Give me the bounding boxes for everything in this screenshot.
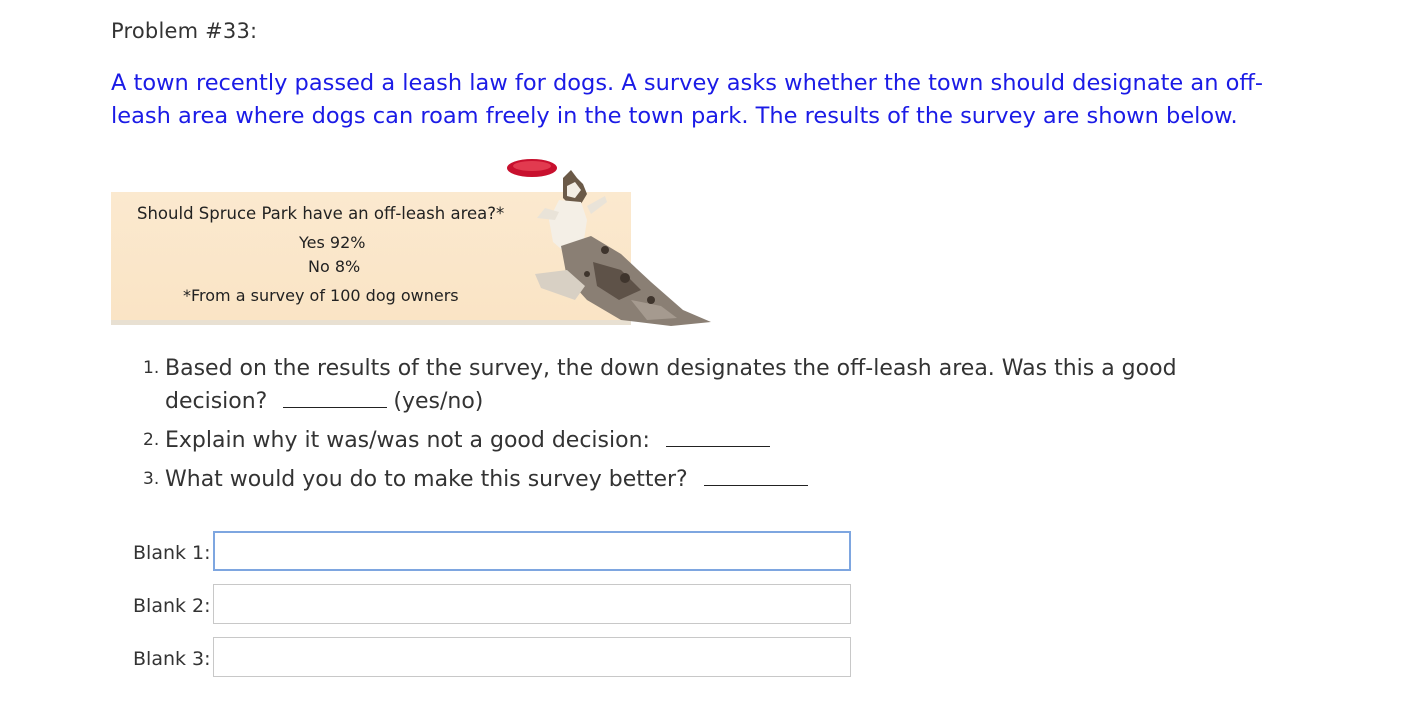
blank-2-input[interactable] <box>213 584 851 624</box>
question-1: 1. Based on the results of the survey, t… <box>143 352 1243 418</box>
answer-blank-line <box>665 428 770 447</box>
question-number: 3. <box>143 469 160 489</box>
blank-1-label: Blank 1: <box>133 542 211 564</box>
dog-frisbee-icon <box>507 159 711 326</box>
problem-title: Problem #33: <box>111 19 258 43</box>
question-2: 2. Explain why it was/was not a good dec… <box>143 424 1243 457</box>
blank-2-label: Blank 2: <box>133 595 211 617</box>
survey-no-result: No 8% <box>308 257 361 276</box>
question-text: Explain why it was/was not a good decisi… <box>165 428 650 453</box>
question-number: 1. <box>143 358 160 378</box>
survey-figure: Should Spruce Park have an off-leash are… <box>111 150 721 328</box>
blank-3-label: Blank 3: <box>133 648 211 670</box>
survey-question: Should Spruce Park have an off-leash are… <box>137 204 505 223</box>
answer-blank-line <box>283 389 388 408</box>
question-number: 2. <box>143 430 160 450</box>
question-text: decision? <box>165 389 268 414</box>
survey-yes-result: Yes 92% <box>299 233 366 252</box>
question-list: 1. Based on the results of the survey, t… <box>143 352 1243 496</box>
problem-intro: A town recently passed a leash law for d… <box>111 70 1264 129</box>
blank-3-input[interactable] <box>213 637 851 677</box>
question-text: Based on the results of the survey, the … <box>165 356 1177 381</box>
question-3: 3. What would you do to make this survey… <box>143 463 1243 496</box>
question-hint: (yes/no) <box>393 389 484 414</box>
question-text: What would you do to make this survey be… <box>165 467 688 492</box>
answer-blank-line <box>703 467 808 486</box>
blank-1-input[interactable] <box>213 531 851 571</box>
survey-footnote: *From a survey of 100 dog owners <box>183 286 459 305</box>
